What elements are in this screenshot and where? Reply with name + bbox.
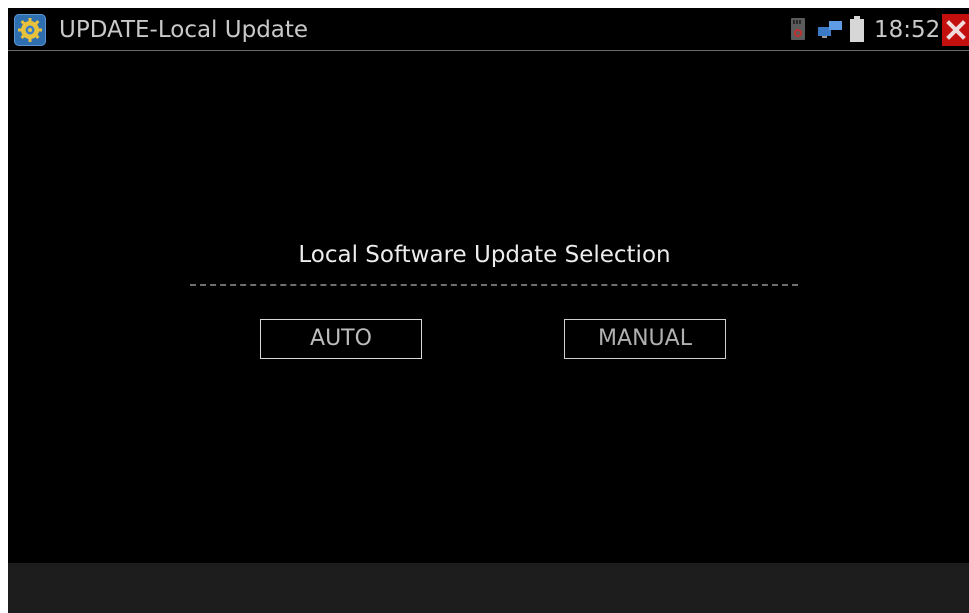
network-icon bbox=[818, 21, 842, 38]
bottom-bar bbox=[8, 563, 969, 613]
gear-icon bbox=[14, 14, 46, 46]
device-screen: UPDATE-Local Update 18:52 Local Software… bbox=[8, 8, 969, 613]
close-button[interactable] bbox=[942, 14, 969, 46]
clock: 18:52 bbox=[874, 17, 941, 43]
page-heading: Local Software Update Selection bbox=[298, 242, 671, 268]
manual-button[interactable]: MANUAL bbox=[564, 319, 726, 359]
dashed-divider bbox=[190, 284, 798, 286]
battery-icon bbox=[850, 16, 864, 42]
close-icon bbox=[946, 20, 966, 40]
title-bar: UPDATE-Local Update 18:52 bbox=[8, 8, 969, 51]
sd-card-icon bbox=[791, 18, 805, 40]
window-title: UPDATE-Local Update bbox=[59, 17, 309, 43]
auto-button[interactable]: AUTO bbox=[260, 319, 422, 359]
